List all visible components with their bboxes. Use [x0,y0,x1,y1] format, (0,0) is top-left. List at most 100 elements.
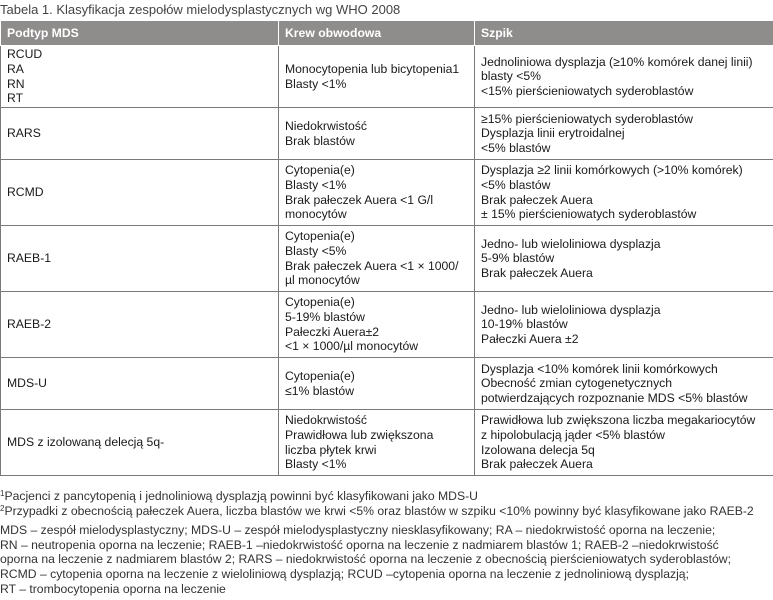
cell-blood: Monocytopenia lub bicytopenia1 Blasty <1% [278,45,475,108]
cell-line: Niedokrwistość [285,118,367,133]
abbreviations-line: oporna na leczenie z nadmiarem blastów 2… [0,552,731,567]
cell-line: monocytów [285,207,347,222]
cell-line: liczba płytek krwi [285,442,377,457]
abbreviations-line: RT – trombocytopenia oporna na leczenie [0,581,226,596]
cell-line: <5% blastów [481,177,551,192]
cell-marrow: Prawidłowa lub zwiększona liczba megakar… [474,409,773,476]
cell-line: RAEB-2 [7,317,52,332]
cell-line: Cytopenia(e) [285,163,355,178]
cell-line: Brak pałeczek Auera <1 G/l [285,192,434,207]
cell-marrow: Jedno- lub wieloliniowa dysplazja 5-9% bl… [474,225,773,292]
cell-line: Brak pałeczek Auera [481,265,593,280]
cell-blood: Niedokrwistość Brak blastów [278,107,475,160]
table-row: RCUD RA RN RT Monocytopenia lub bicytopenia… [0,45,773,108]
cell-line: RCMD [7,185,44,200]
cell-line: 5-9% blastów [481,251,555,266]
cell-subtype: RAEB-1 [0,225,279,292]
cell-line: ≥15% pierścieniowatych syderoblastów [481,111,693,126]
cell-blood: Cytopenia(e) 5-19% blastów Pałeczki Auera±… [278,291,475,358]
cell-line: Blasty <5% [285,243,347,258]
cell-line: Pałeczki Auera±2 [285,324,380,339]
header-bone-marrow: Szpik [474,20,773,46]
cell-line: MDS z izolowaną delecją 5q- [7,435,165,450]
table-row: MDS-U Cytopenia(e) ≤1% blastów Dysplazja … [0,357,773,410]
cell-blood: Cytopenia(e) ≤1% blastów [278,357,475,410]
cell-line: RT [7,91,24,106]
cell-subtype: RAEB-2 [0,291,279,358]
cell-marrow: Jedno- lub wieloliniowa dysplazja 10-19% … [474,291,773,358]
table-caption: Tabela 1. Klasyfikacja zespołów mielodys… [0,2,401,17]
cell-line: Brak pałeczek Auera <1 × 1000/ [285,258,459,273]
table-notes: 1Pacjenci z pancytopenią i jednoliniową … [0,489,773,596]
cell-blood: Niedokrwistość Prawidłowa lub zwiększona l… [278,409,475,476]
cell-subtype: MDS z izolowaną delecją 5q- [0,409,279,476]
table-row: RARS Niedokrwistość Brak blastów ≥15% pie… [0,107,773,160]
cell-line: blasty <5% [481,69,541,84]
footnote-text: Pacjenci z pancytopenią i jednoliniową d… [4,489,478,503]
cell-line: RARS [7,126,41,141]
cell-line: 10-19% blastów [481,317,568,332]
cell-line: Brak blastów [285,133,355,148]
cell-marrow: Dysplazja ≥2 linii komórkowych (>10% kom… [474,159,773,226]
cell-line: Dysplazja linii erytroidalnej [481,126,625,141]
cell-line: Blasty <1% [285,457,347,472]
cell-blood: Cytopenia(e) Blasty <1% Brak pałeczek Auer… [278,159,475,226]
cell-line: Blasty <1% [285,177,347,192]
cell-line: µl monocytów [285,273,360,288]
cell-line: Izolowana delecja 5q [481,442,595,457]
cell-subtype: MDS-U [0,357,279,410]
abbreviations-legend: MDS – zespół mielodysplastyczny; MDS-U –… [0,523,773,596]
cell-line: Blasty <1% [285,76,347,91]
cell-line: Cytopenia(e) [285,368,355,383]
cell-blood: Cytopenia(e) Blasty <5% Brak pałeczek Auer… [278,225,475,292]
cell-line: ≤1% blastów [285,383,355,398]
table-header-row: Podtyp MDS Krew obwodowa Szpik [0,20,773,46]
cell-subtype: RCMD [0,159,279,226]
cell-line: Pałeczki Auera ±2 [481,331,579,346]
table-row: MDS z izolowaną delecją 5q- Niedokrwisto… [0,409,773,476]
cell-line: z hipolobulacją jąder <5% blastów [481,427,665,442]
cell-line: Cytopenia(e) [285,229,355,244]
cell-line: RAEB-1 [7,251,52,266]
cell-line: Cytopenia(e) [285,295,355,310]
cell-marrow: Jednoliniowa dysplazja (≥10% komórek dan… [474,45,773,108]
cell-line: Niedokrwistość [285,413,367,428]
cell-line: Brak pałeczek Auera [481,457,593,472]
cell-line: ± 15% pierścieniowatych syderoblastów [481,207,697,222]
cell-line: RCUD [7,47,43,62]
table-row: RAEB-2 Cytopenia(e) 5-19% blastów Pałeczki… [0,291,773,358]
abbreviations-line: RCMD – cytopenia oporna na leczenie z wi… [0,566,689,581]
table-row: RCMD Cytopenia(e) Blasty <1% Brak pałeczek… [0,159,773,226]
cell-line: Jedno- lub wieloliniowa dysplazja [481,302,661,317]
cell-subtype: RCUD RA RN RT [0,45,279,108]
cell-line: Monocytopenia lub bicytopenia1 [285,61,460,76]
cell-line: <1 × 1000/µl monocytów [285,339,419,354]
footnote-text: Przypadki z obecnością pałeczek Auera, l… [4,503,754,518]
cell-line: Prawidłowa lub zwiększona [285,427,434,442]
cell-line: Obecność zmian cytogenetycznych [481,376,673,391]
cell-line: RA [7,61,24,76]
cell-line: <15% pierścieniowatych syderoblastów [481,83,694,98]
cell-line: Prawidłowa lub zwiększona liczba megakar… [481,413,756,428]
abbreviations-line: RN – neutropenia oporna na leczenie; RAE… [0,537,719,552]
abbreviations-line: MDS – zespół mielodysplastyczny; MDS-U –… [0,523,716,538]
header-subtype: Podtyp MDS [0,20,279,46]
cell-line: Jedno- lub wieloliniowa dysplazja [481,236,661,251]
header-peripheral-blood: Krew obwodowa [278,20,475,46]
cell-line: RN [7,76,25,91]
cell-line: potwierdzających rozpoznanie MDS <5% bla… [481,390,748,405]
table-row: RAEB-1 Cytopenia(e) Blasty <5% Brak pałecz… [0,225,773,292]
cell-line: Dysplazja <10% komórek linii komórkowych [481,361,718,376]
cell-line: <5% blastów [481,140,551,155]
cell-line: 5-19% blastów [285,309,365,324]
footnote-1: 1Pacjenci z pancytopenią i jednoliniową … [0,489,773,504]
cell-marrow: ≥15% pierścieniowatych syderoblastów Dysp… [474,107,773,160]
cell-line: Dysplazja ≥2 linii komórkowych (>10% kom… [481,163,743,178]
cell-subtype: RARS [0,107,279,160]
cell-line: Jednoliniowa dysplazja (≥10% komórek dan… [481,54,753,69]
cell-marrow: Dysplazja <10% komórek linii komórkowych… [474,357,773,410]
cell-line: Brak pałeczek Auera [481,192,593,207]
cell-line: MDS-U [7,376,47,391]
who-mds-classification-table: Podtyp MDS Krew obwodowa Szpik RCUD RA RN R… [0,20,773,476]
footnote-2: 2Przypadki z obecnością pałeczek Auera, … [0,504,773,519]
